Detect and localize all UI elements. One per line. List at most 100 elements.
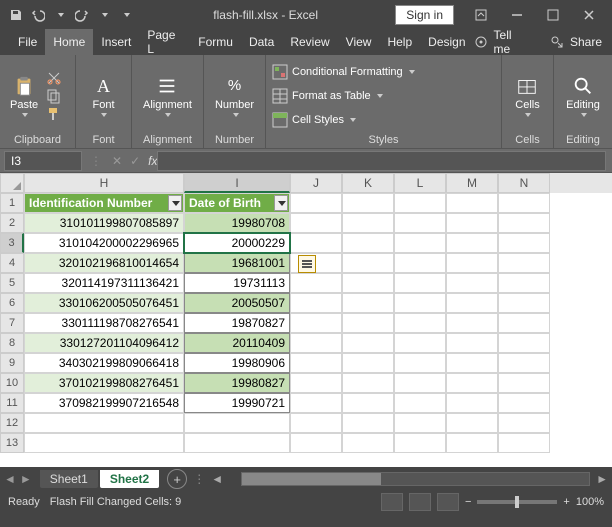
col-header-j[interactable]: J bbox=[290, 173, 342, 193]
cell[interactable] bbox=[342, 333, 394, 353]
cell[interactable]: 340302199809066418 bbox=[24, 353, 184, 373]
row-header[interactable]: 9 bbox=[0, 353, 24, 373]
signin-button[interactable]: Sign in bbox=[395, 5, 454, 25]
cell[interactable] bbox=[342, 253, 394, 273]
cell[interactable] bbox=[342, 193, 394, 213]
cell[interactable] bbox=[290, 353, 342, 373]
cell[interactable] bbox=[394, 353, 446, 373]
row-header[interactable]: 1 bbox=[0, 193, 24, 213]
zoom-slider[interactable] bbox=[477, 500, 557, 504]
cell[interactable] bbox=[394, 433, 446, 453]
font-button[interactable]: A Font bbox=[88, 63, 118, 129]
cell[interactable] bbox=[394, 313, 446, 333]
alignment-button[interactable]: Alignment bbox=[139, 63, 196, 129]
cell[interactable]: 20000229 bbox=[184, 233, 290, 253]
cell[interactable] bbox=[498, 373, 550, 393]
cell[interactable] bbox=[498, 433, 550, 453]
cell[interactable] bbox=[394, 253, 446, 273]
cell[interactable] bbox=[342, 413, 394, 433]
zoom-level[interactable]: 100% bbox=[576, 496, 604, 508]
cell[interactable] bbox=[394, 213, 446, 233]
conditional-formatting-button[interactable]: Conditional Formatting bbox=[272, 62, 415, 82]
cell[interactable] bbox=[446, 313, 498, 333]
tell-me[interactable]: Tell me bbox=[494, 28, 524, 56]
tab-page-layout[interactable]: Page L bbox=[139, 29, 190, 55]
cancel-icon[interactable]: ✕ bbox=[112, 154, 122, 168]
minimize-button[interactable] bbox=[500, 4, 534, 26]
cell[interactable] bbox=[342, 313, 394, 333]
cell[interactable] bbox=[446, 193, 498, 213]
row-header[interactable]: 3 bbox=[0, 233, 24, 253]
cell[interactable] bbox=[498, 293, 550, 313]
cell[interactable] bbox=[394, 273, 446, 293]
col-header-l[interactable]: L bbox=[394, 173, 446, 193]
cell[interactable] bbox=[446, 213, 498, 233]
cell[interactable] bbox=[446, 273, 498, 293]
sheet-tab-1[interactable]: Sheet1 bbox=[40, 470, 98, 488]
cell[interactable]: 330127201104096412 bbox=[24, 333, 184, 353]
tab-help[interactable]: Help bbox=[379, 29, 420, 55]
cell-styles-button[interactable]: Cell Styles bbox=[272, 110, 415, 130]
cell[interactable] bbox=[446, 333, 498, 353]
tell-me-icon[interactable] bbox=[474, 35, 488, 49]
col-header-h[interactable]: H bbox=[24, 173, 184, 193]
row-header[interactable]: 5 bbox=[0, 273, 24, 293]
cell[interactable] bbox=[498, 413, 550, 433]
cell[interactable] bbox=[498, 333, 550, 353]
cell[interactable] bbox=[446, 293, 498, 313]
ribbon-display-options[interactable] bbox=[464, 4, 498, 26]
sheet-nav-next[interactable]: ► bbox=[20, 472, 32, 486]
cell[interactable] bbox=[342, 353, 394, 373]
tab-insert[interactable]: Insert bbox=[93, 29, 139, 55]
cell[interactable] bbox=[290, 333, 342, 353]
row-header[interactable]: 13 bbox=[0, 433, 24, 453]
cells-button[interactable]: Cells bbox=[511, 63, 543, 129]
qat-customize[interactable] bbox=[116, 5, 136, 25]
format-as-table-button[interactable]: Format as Table bbox=[272, 86, 415, 106]
cell[interactable]: 370102199808276451 bbox=[24, 373, 184, 393]
cell[interactable]: 310101199807085897 bbox=[24, 213, 184, 233]
normal-view-button[interactable] bbox=[381, 493, 403, 511]
row-header[interactable]: 7 bbox=[0, 313, 24, 333]
col-header-n[interactable]: N bbox=[498, 173, 550, 193]
tab-file[interactable]: File bbox=[10, 29, 45, 55]
cell[interactable] bbox=[498, 313, 550, 333]
cell[interactable] bbox=[290, 193, 342, 213]
cell[interactable] bbox=[290, 273, 342, 293]
row-header[interactable]: 2 bbox=[0, 213, 24, 233]
cell[interactable] bbox=[498, 253, 550, 273]
number-button[interactable]: % Number bbox=[211, 63, 258, 129]
maximize-button[interactable] bbox=[536, 4, 570, 26]
cell[interactable] bbox=[342, 213, 394, 233]
cell[interactable]: 19731113 bbox=[184, 273, 290, 293]
cell[interactable] bbox=[498, 353, 550, 373]
copy-icon[interactable] bbox=[46, 88, 62, 104]
page-break-view-button[interactable] bbox=[437, 493, 459, 511]
sheet-nav-prev[interactable]: ◄ bbox=[4, 472, 16, 486]
cell[interactable] bbox=[394, 393, 446, 413]
filter-dropdown[interactable] bbox=[274, 195, 288, 211]
row-header[interactable]: 10 bbox=[0, 373, 24, 393]
row-header[interactable]: 6 bbox=[0, 293, 24, 313]
row-header[interactable]: 4 bbox=[0, 253, 24, 273]
cell[interactable] bbox=[394, 413, 446, 433]
cell[interactable] bbox=[394, 233, 446, 253]
horizontal-scrollbar[interactable] bbox=[241, 472, 590, 486]
cell[interactable]: 19980708 bbox=[184, 213, 290, 233]
cell[interactable]: 19990721 bbox=[184, 393, 290, 413]
cell[interactable] bbox=[498, 233, 550, 253]
cell[interactable] bbox=[290, 213, 342, 233]
cell[interactable] bbox=[394, 373, 446, 393]
cell[interactable]: 310104200002296965 bbox=[24, 233, 184, 253]
cell[interactable] bbox=[446, 353, 498, 373]
cell[interactable] bbox=[342, 433, 394, 453]
enter-icon[interactable]: ✓ bbox=[130, 154, 140, 168]
redo-icon[interactable] bbox=[72, 5, 92, 25]
save-icon[interactable] bbox=[6, 5, 26, 25]
col-header-m[interactable]: M bbox=[446, 173, 498, 193]
cell[interactable] bbox=[498, 393, 550, 413]
cell[interactable]: 320102196810014654 bbox=[24, 253, 184, 273]
page-layout-view-button[interactable] bbox=[409, 493, 431, 511]
cell[interactable] bbox=[446, 393, 498, 413]
row-header[interactable]: 11 bbox=[0, 393, 24, 413]
